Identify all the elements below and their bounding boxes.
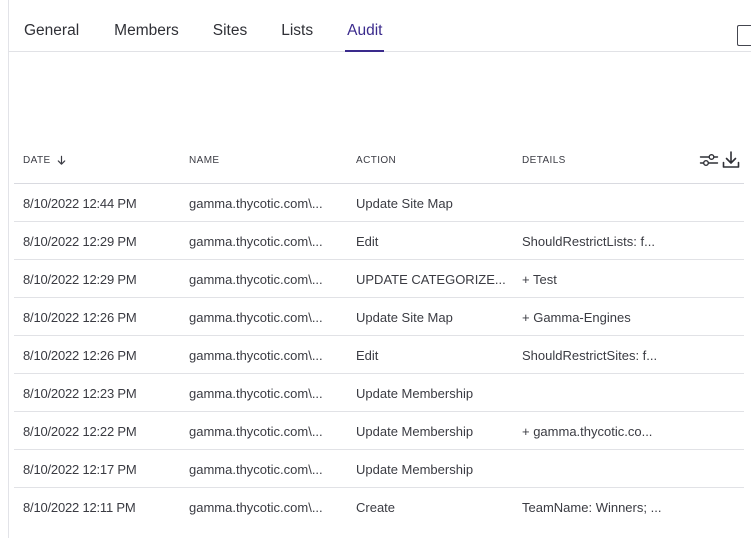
column-header-details[interactable]: DETAILS (522, 155, 566, 166)
table-row[interactable]: 8/10/2022 12:29 PM gamma.thycotic.com\..… (14, 260, 744, 298)
cell-action: Edit (356, 233, 379, 249)
cell-action: Update Site Map (356, 195, 453, 211)
cell-action: UPDATE CATEGORIZE... (356, 271, 506, 287)
download-icon[interactable] (721, 150, 741, 170)
cell-details: ShouldRestrictLists: f... (522, 233, 655, 249)
cell-details (522, 374, 722, 412)
tab-lists[interactable]: Lists (281, 0, 313, 51)
tab-members[interactable]: Members (114, 0, 179, 51)
cell-details: TeamName: Winners; ... (522, 499, 662, 515)
cell-action: Update Membership (356, 423, 474, 439)
table-row[interactable]: 8/10/2022 12:44 PM gamma.thycotic.com\..… (14, 184, 744, 222)
cell-date: 8/10/2022 12:17 PM (23, 461, 137, 477)
column-header-date-label: DATE (23, 155, 51, 166)
tab-sites[interactable]: Sites (213, 0, 247, 51)
cell-name: gamma.thycotic.com\... (189, 195, 323, 211)
cell-name: gamma.thycotic.com\... (189, 309, 323, 325)
audit-table: DATE NAME ACTION DETAILS 8/10/2022 12:44… (14, 138, 744, 526)
cell-details (522, 184, 722, 222)
cell-date: 8/10/2022 12:29 PM (23, 271, 137, 287)
cell-date: 8/10/2022 12:29 PM (23, 233, 137, 249)
tab-general[interactable]: General (24, 0, 79, 51)
cell-details: ShouldRestrictSites: f... (522, 347, 658, 363)
table-tools (699, 150, 741, 170)
cell-action: Update Membership (356, 461, 474, 477)
cell-name: gamma.thycotic.com\... (189, 233, 323, 249)
cell-date: 8/10/2022 12:22 PM (23, 423, 137, 439)
tab-bar: General Members Sites Lists Audit (8, 0, 751, 52)
cell-action: Update Site Map (356, 309, 453, 325)
cell-date: 8/10/2022 12:23 PM (23, 385, 137, 401)
cell-date: 8/10/2022 12:44 PM (23, 195, 137, 211)
table-row[interactable]: 8/10/2022 12:17 PM gamma.thycotic.com\..… (14, 450, 744, 488)
cell-action: Update Membership (356, 385, 474, 401)
table-row[interactable]: 8/10/2022 12:26 PM gamma.thycotic.com\..… (14, 336, 744, 374)
cell-name: gamma.thycotic.com\... (189, 461, 323, 477)
cell-date: 8/10/2022 12:26 PM (23, 347, 137, 363)
cell-date: 8/10/2022 12:11 PM (23, 499, 136, 515)
cell-name: gamma.thycotic.com\... (189, 347, 323, 363)
cell-details: + Test (522, 271, 557, 287)
table-row[interactable]: 8/10/2022 12:26 PM gamma.thycotic.com\..… (14, 298, 744, 336)
cell-details: + Gamma-Engines (522, 309, 631, 325)
cell-name: gamma.thycotic.com\... (189, 271, 323, 287)
column-header-action[interactable]: ACTION (356, 155, 396, 166)
table-row[interactable]: 8/10/2022 12:23 PM gamma.thycotic.com\..… (14, 374, 744, 412)
table-row[interactable]: 8/10/2022 12:22 PM gamma.thycotic.com\..… (14, 412, 744, 450)
cell-action: Edit (356, 347, 379, 363)
cell-name: gamma.thycotic.com\... (189, 423, 323, 439)
table-row[interactable]: 8/10/2022 12:29 PM gamma.thycotic.com\..… (14, 222, 744, 260)
panel-toggle-button[interactable] (737, 25, 751, 46)
cell-details (522, 450, 722, 488)
cell-details: + gamma.thycotic.co... (522, 423, 653, 439)
cell-name: gamma.thycotic.com\... (189, 385, 323, 401)
cell-action: Create (356, 499, 396, 515)
column-header-date[interactable]: DATE (23, 155, 67, 166)
column-header-name[interactable]: NAME (189, 155, 220, 166)
cell-name: gamma.thycotic.com\... (189, 499, 323, 515)
table-header: DATE NAME ACTION DETAILS (14, 138, 744, 184)
cell-date: 8/10/2022 12:26 PM (23, 309, 137, 325)
tab-audit[interactable]: Audit (345, 0, 385, 52)
table-row[interactable]: 8/10/2022 12:11 PM gamma.thycotic.com\..… (14, 488, 744, 526)
sliders-icon[interactable] (699, 150, 719, 170)
sort-descending-icon[interactable] (56, 155, 67, 166)
